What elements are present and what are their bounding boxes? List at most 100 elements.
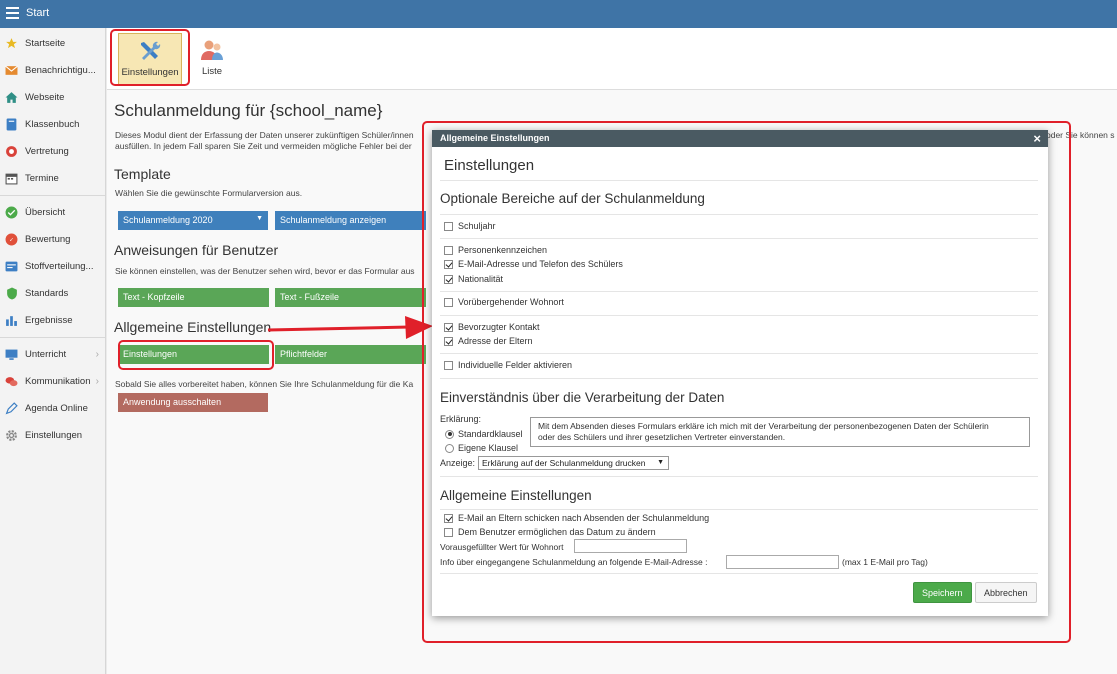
consent-heading: Einverständnis über die Verarbeitung der… (440, 390, 725, 405)
sidebar-item-vertretung[interactable]: Vertretung (0, 138, 105, 165)
instructions-description: Sie können einstellen, was der Benutzer … (115, 266, 415, 276)
checkbox-box[interactable] (444, 245, 453, 255)
checkbox-email-eltern[interactable]: E-Mail an Eltern schicken nach Absenden … (444, 513, 709, 523)
sidebar-item-stoffverteilung[interactable]: Stoffverteilung... (0, 253, 105, 280)
checkbox-box[interactable] (444, 513, 453, 523)
cancel-button[interactable]: Abbrechen (975, 582, 1037, 603)
book-icon (5, 118, 18, 131)
checkbox-label: E-Mail an Eltern schicken nach Absenden … (458, 513, 710, 523)
sidebar-item-label: Termine (25, 173, 59, 184)
checkbox-email-telefon[interactable]: E-Mail-Adresse und Telefon des Schülers (444, 259, 623, 269)
checkbox-box[interactable] (444, 360, 453, 370)
checkbox-box[interactable] (444, 527, 453, 537)
close-icon[interactable]: × (1033, 131, 1041, 146)
grade-icon: ✓ (5, 233, 18, 246)
declaration-label: Erklärung: (440, 414, 482, 424)
save-button[interactable]: Speichern (913, 582, 972, 603)
checkbox-wohnort[interactable]: Vorübergehender Wohnort (444, 297, 564, 307)
intro-text-line2: ausfüllen. In jedem Fall sparen Sie Zeit… (115, 141, 412, 151)
sidebar-divider (0, 337, 105, 338)
sidebar-divider (0, 195, 105, 196)
header-text-button[interactable]: Text - Kopfzeile (118, 288, 269, 307)
consent-text-box: Mit dem Absenden dieses Formulars erklär… (530, 417, 1030, 447)
checkbox-nationalitaet[interactable]: Nationalität (444, 274, 503, 284)
radio-label: Standardklausel (458, 429, 523, 439)
sidebar-item-uebersicht[interactable]: Übersicht (0, 199, 105, 226)
checkbox-box[interactable] (444, 297, 453, 307)
dialog-title: Einstellungen (444, 157, 535, 174)
sidebar-item-standards[interactable]: Standards (0, 280, 105, 307)
template-select-value: Schulanmeldung 2020 (123, 215, 213, 225)
checkbox-box[interactable] (444, 259, 453, 269)
radio-button[interactable] (445, 429, 454, 439)
show-form-button[interactable]: Schulanmeldung anzeigen (275, 211, 426, 230)
sidebar-item-webseite[interactable]: Webseite (0, 84, 105, 111)
sidebar-item-kommunikation[interactable]: Kommunikation › (0, 368, 105, 395)
sidebar-item-label: Startseite (25, 38, 66, 49)
chevron-right-icon: › (95, 376, 99, 387)
template-select[interactable]: Schulanmeldung 2020 ▼ (118, 211, 268, 230)
sidebar-item-label: Übersicht (25, 207, 66, 218)
email-info-input[interactable] (726, 555, 839, 569)
divider (440, 214, 1038, 215)
checkbox-box[interactable] (444, 221, 453, 231)
calendar-icon (5, 172, 18, 185)
dialog-header: Allgemeine Einstellungen × (432, 130, 1048, 147)
checkbox-datum-aendern[interactable]: Dem Benutzer ermöglichen das Datum zu än… (444, 527, 656, 537)
annotation-arrow (267, 316, 433, 339)
sidebar-item-agenda-online[interactable]: Agenda Online (0, 395, 105, 422)
caret-down-icon: ▼ (657, 459, 664, 466)
consent-text-line2: oder des Schülers und ihrer gesetzlichen… (538, 432, 786, 442)
checkbox-bevorzugter-kontakt[interactable]: Bevorzugter Kontakt (444, 322, 540, 332)
divider (440, 509, 1038, 510)
hamburger-menu-icon[interactable] (6, 7, 19, 19)
sidebar-item-einstellungen[interactable]: Einstellungen (0, 422, 105, 449)
checkbox-label: Dem Benutzer ermöglichen das Datum zu än… (458, 527, 656, 537)
checkbox-adresse-eltern[interactable]: Adresse der Eltern (444, 336, 533, 346)
display-select[interactable]: Erklärung auf der Schulanmeldung drucken… (478, 456, 669, 470)
divider (440, 238, 1038, 239)
divider (440, 378, 1038, 379)
sidebar-item-benachrichtigungen[interactable]: Benachrichtigu... (0, 57, 105, 84)
sidebar-item-bewertung[interactable]: ✓ Bewertung (0, 226, 105, 253)
sidebar-item-label: Einstellungen (25, 430, 83, 441)
sidebar-item-termine[interactable]: Termine (0, 165, 105, 192)
radio-standard-clause[interactable]: Standardklausel (445, 429, 523, 439)
card-icon (5, 260, 18, 273)
divider (440, 180, 1038, 181)
email-info-label: Info über eingegangene Schulanmeldung an… (440, 557, 708, 567)
sidebar-item-ergebnisse[interactable]: Ergebnisse (0, 307, 105, 334)
sidebar-item-label: Kommunikation (25, 376, 91, 387)
required-fields-button[interactable]: Pflichtfelder (275, 345, 426, 364)
consent-text-line1: Mit dem Absenden dieses Formulars erklär… (538, 421, 989, 431)
checkbox-box[interactable] (444, 336, 453, 346)
radio-button[interactable] (445, 443, 454, 453)
divider (440, 315, 1038, 316)
residence-input[interactable] (574, 539, 687, 553)
sidebar-item-label: Stoffverteilung... (25, 261, 94, 272)
checkbox-personenkennzeichen[interactable]: Personenkennzeichen (444, 245, 547, 255)
sidebar-item-label: Benachrichtigu... (25, 65, 96, 76)
sidebar-item-label: Klassenbuch (25, 119, 80, 130)
checkbox-box[interactable] (444, 322, 453, 332)
footer-text-button[interactable]: Text - Fußzeile (275, 288, 426, 307)
disable-application-button[interactable]: Anwendung ausschalten (118, 393, 268, 412)
sidebar-item-klassenbuch[interactable]: Klassenbuch (0, 111, 105, 138)
sidebar-item-label: Bewertung (25, 234, 71, 245)
home-icon (5, 91, 18, 104)
sidebar-item-unterricht[interactable]: Unterricht › (0, 341, 105, 368)
highlight-settings-button (118, 340, 274, 370)
checkbox-box[interactable] (444, 274, 453, 284)
radio-own-clause[interactable]: Eigene Klausel (445, 443, 518, 453)
check-circle-icon (5, 206, 18, 219)
sidebar-item-startseite[interactable]: Startseite (0, 30, 105, 57)
checkbox-label: Adresse der Eltern (458, 336, 533, 346)
envelope-icon (5, 64, 18, 77)
checkbox-label: Vorübergehender Wohnort (458, 297, 564, 307)
divider (440, 353, 1038, 354)
checkbox-individuelle-felder[interactable]: Individuelle Felder aktivieren (444, 360, 572, 370)
sidebar-item-label: Standards (25, 288, 69, 299)
svg-text:✓: ✓ (9, 238, 14, 244)
star-icon (5, 37, 18, 50)
checkbox-schuljahr[interactable]: Schuljahr (444, 221, 496, 231)
